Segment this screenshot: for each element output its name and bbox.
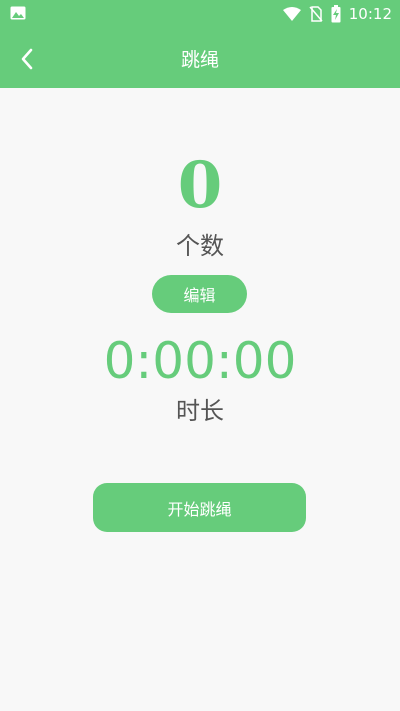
status-bar: 10:12 [0,0,400,28]
edit-button[interactable]: 编辑 [152,275,247,313]
duration-value: 0:00:00 [103,332,297,390]
duration-label: 时长 [176,397,224,425]
image-notification-icon [10,6,26,20]
back-button[interactable] [10,42,44,76]
header-bar: 10:12 跳绳 [0,0,400,88]
chevron-left-icon [21,48,33,70]
count-value: 0 [177,148,223,223]
page-title: 跳绳 [180,48,219,71]
count-label: 个数 [176,232,224,260]
app-bar: 跳绳 [0,28,400,88]
start-jump-rope-button[interactable]: 开始跳绳 [93,483,306,532]
wifi-icon [282,7,301,21]
no-sim-icon [309,6,323,22]
status-icons: 10:12 [282,3,392,25]
battery-charging-icon [331,5,341,23]
status-time: 10:12 [348,5,392,23]
